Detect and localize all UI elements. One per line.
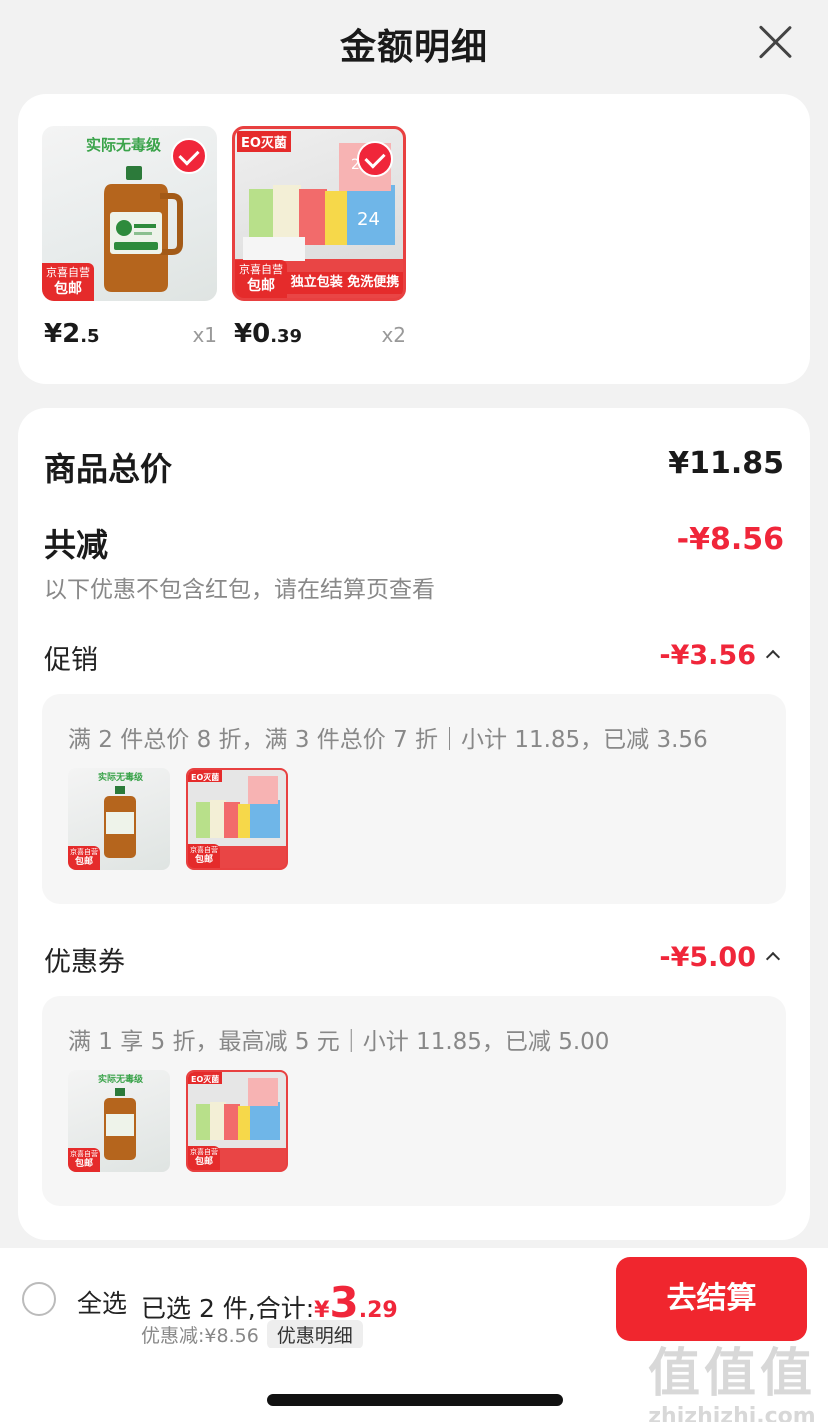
total-reduction-value: -¥8.56	[676, 522, 784, 557]
product-image[interactable]: 实际无毒级 京喜自营 包邮	[42, 126, 217, 301]
product-thumbnail[interactable]: 实际无毒级 京喜自营 包邮	[68, 1070, 170, 1172]
page-title: 金额明细	[339, 27, 488, 68]
coupon-label: 优惠券	[44, 947, 125, 978]
jd-self-operated-tag: 京喜自营 包邮	[188, 1146, 220, 1170]
coupon-detail-text: 满 1 享 5 折，最高减 5 元｜小计 11.85，已减 5.00	[68, 1029, 610, 1055]
product-price: ¥2.5	[44, 319, 100, 349]
reduction-note: 以下优惠不包含红包，请在结算页查看	[44, 577, 435, 603]
svg-text:EO灭菌: EO灭菌	[191, 772, 219, 782]
checkout-button[interactable]: 去结算	[616, 1257, 807, 1341]
jd-self-operated-tag: 京喜自营 包邮	[68, 1148, 100, 1172]
promotion-label: 促销	[44, 645, 98, 676]
svg-text:EO灭菌: EO灭菌	[191, 1074, 219, 1084]
home-indicator	[267, 1394, 563, 1406]
selected-check-icon[interactable]	[171, 138, 207, 174]
coupon-value: -¥5.00	[659, 942, 756, 973]
discount-summary: 优惠减:¥8.56 优惠明细	[141, 1320, 363, 1349]
select-all-label[interactable]: 全选	[77, 1284, 127, 1320]
product-image[interactable]: EO灭菌 24 24 独立包装 免洗便携 京喜自营包邮	[232, 126, 406, 301]
jd-self-operated-tag: 京喜自营 包邮	[188, 844, 220, 868]
total-price-value: ¥11.85	[668, 446, 784, 481]
product-price: ¥0.39	[234, 319, 303, 349]
total-price-label: 商品总价	[44, 450, 173, 488]
close-icon[interactable]	[755, 22, 795, 62]
jd-self-operated-tag: 京喜自营 包邮	[235, 260, 287, 298]
svg-text:实际无毒级: 实际无毒级	[98, 1073, 144, 1085]
product-thumbnail[interactable]: 实际无毒级 京喜自营 包邮	[68, 768, 170, 870]
jd-self-operated-tag: 京喜自营 包邮	[68, 846, 100, 870]
watermark: 值值值 zhizhizhi.com	[647, 1344, 816, 1422]
selected-check-icon[interactable]	[357, 141, 393, 177]
product-banner: 独立包装 免洗便携	[287, 272, 403, 294]
coupon-detail: 满 1 享 5 折，最高减 5 元｜小计 11.85，已减 5.00 实际无毒级…	[42, 996, 786, 1206]
chevron-up-icon[interactable]	[765, 951, 781, 967]
product-quantity: x1	[192, 323, 217, 347]
svg-text:24: 24	[357, 209, 380, 230]
checkout-bar: 全选 已选 2 件,合计:¥3.29 优惠减:¥8.56 优惠明细 去结算	[0, 1248, 828, 1349]
header: 金额明细	[0, 0, 828, 86]
select-all-radio[interactable]	[22, 1282, 56, 1316]
promotion-detail-text: 满 2 件总价 8 折，满 3 件总价 7 折｜小计 11.85，已减 3.56	[68, 727, 708, 753]
price-breakdown-card: 商品总价 ¥11.85 共减 -¥8.56 以下优惠不包含红包，请在结算页查看 …	[18, 408, 810, 1240]
product-item[interactable]: 实际无毒级 京喜自营 包邮 ¥2.5 x1	[42, 126, 217, 355]
promotion-toggle[interactable]: -¥3.56	[659, 640, 781, 671]
product-item[interactable]: EO灭菌 24 24 独立包装 免洗便携 京喜自营包邮 ¥0.39 x2	[232, 126, 406, 355]
selected-products-card: 实际无毒级 京喜自营 包邮 ¥2.5 x1 EO灭菌 24 独立包装 免洗便携 …	[18, 94, 810, 384]
promotion-value: -¥3.56	[659, 640, 756, 671]
discount-detail-button[interactable]: 优惠明细	[266, 1320, 363, 1349]
svg-text:实际无毒级: 实际无毒级	[98, 771, 144, 783]
product-thumbnail[interactable]: EO灭菌 京喜自营 包邮	[186, 768, 288, 870]
chevron-up-icon[interactable]	[765, 649, 781, 665]
promotion-detail: 满 2 件总价 8 折，满 3 件总价 7 折｜小计 11.85，已减 3.56…	[42, 694, 786, 904]
product-quantity: x2	[381, 323, 406, 347]
total-reduction-label: 共减	[44, 526, 109, 564]
product-thumbnail[interactable]: EO灭菌 京喜自营 包邮	[186, 1070, 288, 1172]
coupon-toggle[interactable]: -¥5.00	[659, 942, 781, 973]
jd-self-operated-tag: 京喜自营 包邮	[42, 263, 94, 301]
